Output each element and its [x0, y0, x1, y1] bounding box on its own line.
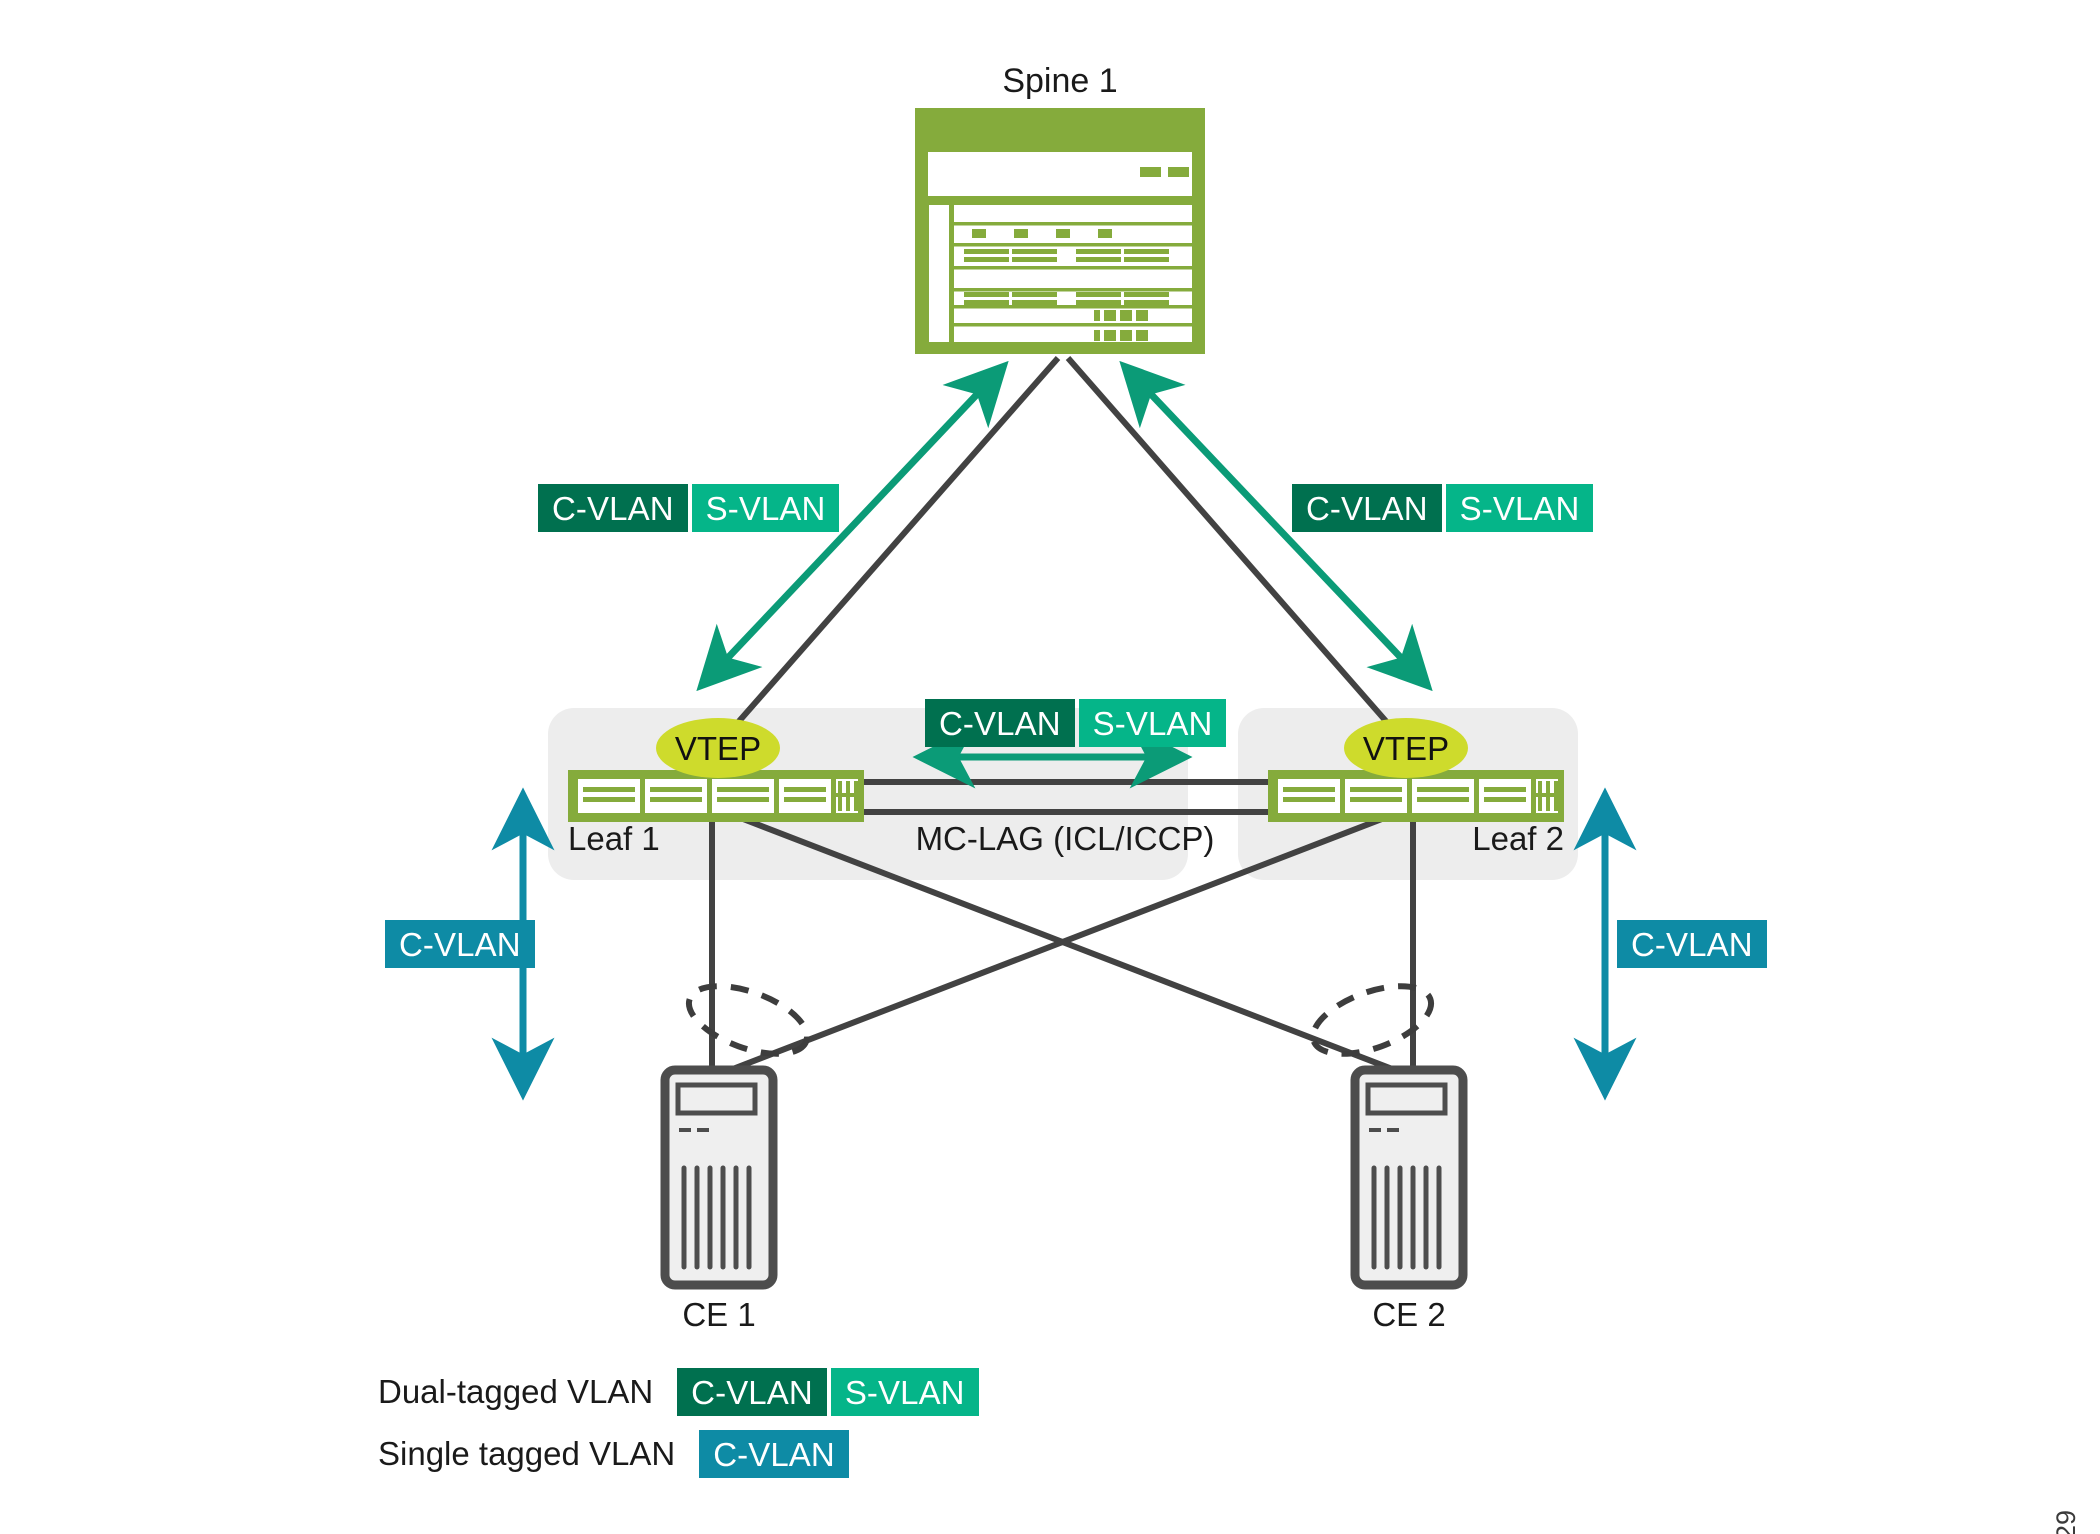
ce1-name: CE 1: [682, 1296, 756, 1333]
s-vlan-chip: S-VLAN: [1078, 699, 1227, 747]
c-vlan-chip: C-VLAN: [699, 1430, 849, 1478]
ce2-server: [1350, 1065, 1468, 1290]
diagram-canvas: Spine 1 VTEP VTEP Leaf 1 Leaf 2 MC-LAG (…: [0, 0, 2100, 1534]
legend-row-dual-tagged: Dual-tagged VLAN C-VLAN S-VLAN: [378, 1368, 979, 1416]
legend-row-single-tagged: Single tagged VLAN C-VLAN: [378, 1430, 849, 1478]
badge-leaf2-ce2: C-VLAN: [1617, 920, 1767, 968]
leaf1-vtep-label: VTEP: [674, 730, 762, 767]
spine-device: [915, 108, 1205, 354]
lag-bundle-ce2: [1309, 983, 1435, 1057]
badge-leaf1-ce1: C-VLAN: [385, 920, 535, 968]
badge-spine-leaf2: C-VLAN S-VLAN: [1292, 484, 1594, 532]
c-vlan-chip: C-VLAN: [677, 1368, 827, 1416]
c-vlan-chip: C-VLAN: [538, 484, 688, 532]
legend-badge-single: C-VLAN: [699, 1430, 849, 1478]
spine-title: Spine 1: [1002, 62, 1118, 100]
badge-spine-leaf1: C-VLAN S-VLAN: [538, 484, 840, 532]
c-vlan-chip: C-VLAN: [1617, 920, 1767, 968]
leaf2-vtep-label: VTEP: [1362, 730, 1450, 767]
network-diagram: [491, 108, 1637, 1290]
leaf2-name: Leaf 2: [1472, 820, 1564, 857]
s-vlan-chip: S-VLAN: [1445, 484, 1594, 532]
ce2-name: CE 2: [1372, 1296, 1446, 1333]
badge-mclag: C-VLAN S-VLAN: [925, 699, 1227, 747]
legend-label: Single tagged VLAN: [378, 1435, 676, 1472]
leaf1-name: Leaf 1: [568, 820, 660, 857]
legend-label: Dual-tagged VLAN: [378, 1373, 654, 1410]
lag-bundle-ce1: [685, 983, 811, 1057]
s-vlan-chip: S-VLAN: [830, 1368, 979, 1416]
mclag-label: MC-LAG (ICL/ICCP): [915, 820, 1215, 857]
legend-badge-dual: C-VLAN S-VLAN: [677, 1368, 979, 1416]
s-vlan-chip: S-VLAN: [691, 484, 840, 532]
ce1-server: [660, 1065, 778, 1290]
leaf2-switch: [1268, 770, 1564, 822]
c-vlan-chip: C-VLAN: [925, 699, 1075, 747]
c-vlan-chip: C-VLAN: [1292, 484, 1442, 532]
watermark-id: jn-000729: [2051, 1510, 2082, 1534]
c-vlan-chip: C-VLAN: [385, 920, 535, 968]
